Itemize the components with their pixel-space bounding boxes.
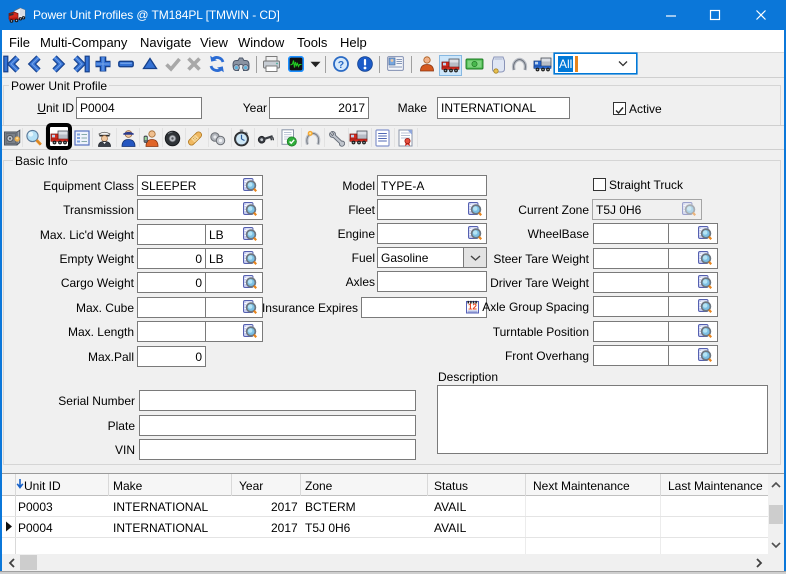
svg-text:?: ? [338,59,344,71]
